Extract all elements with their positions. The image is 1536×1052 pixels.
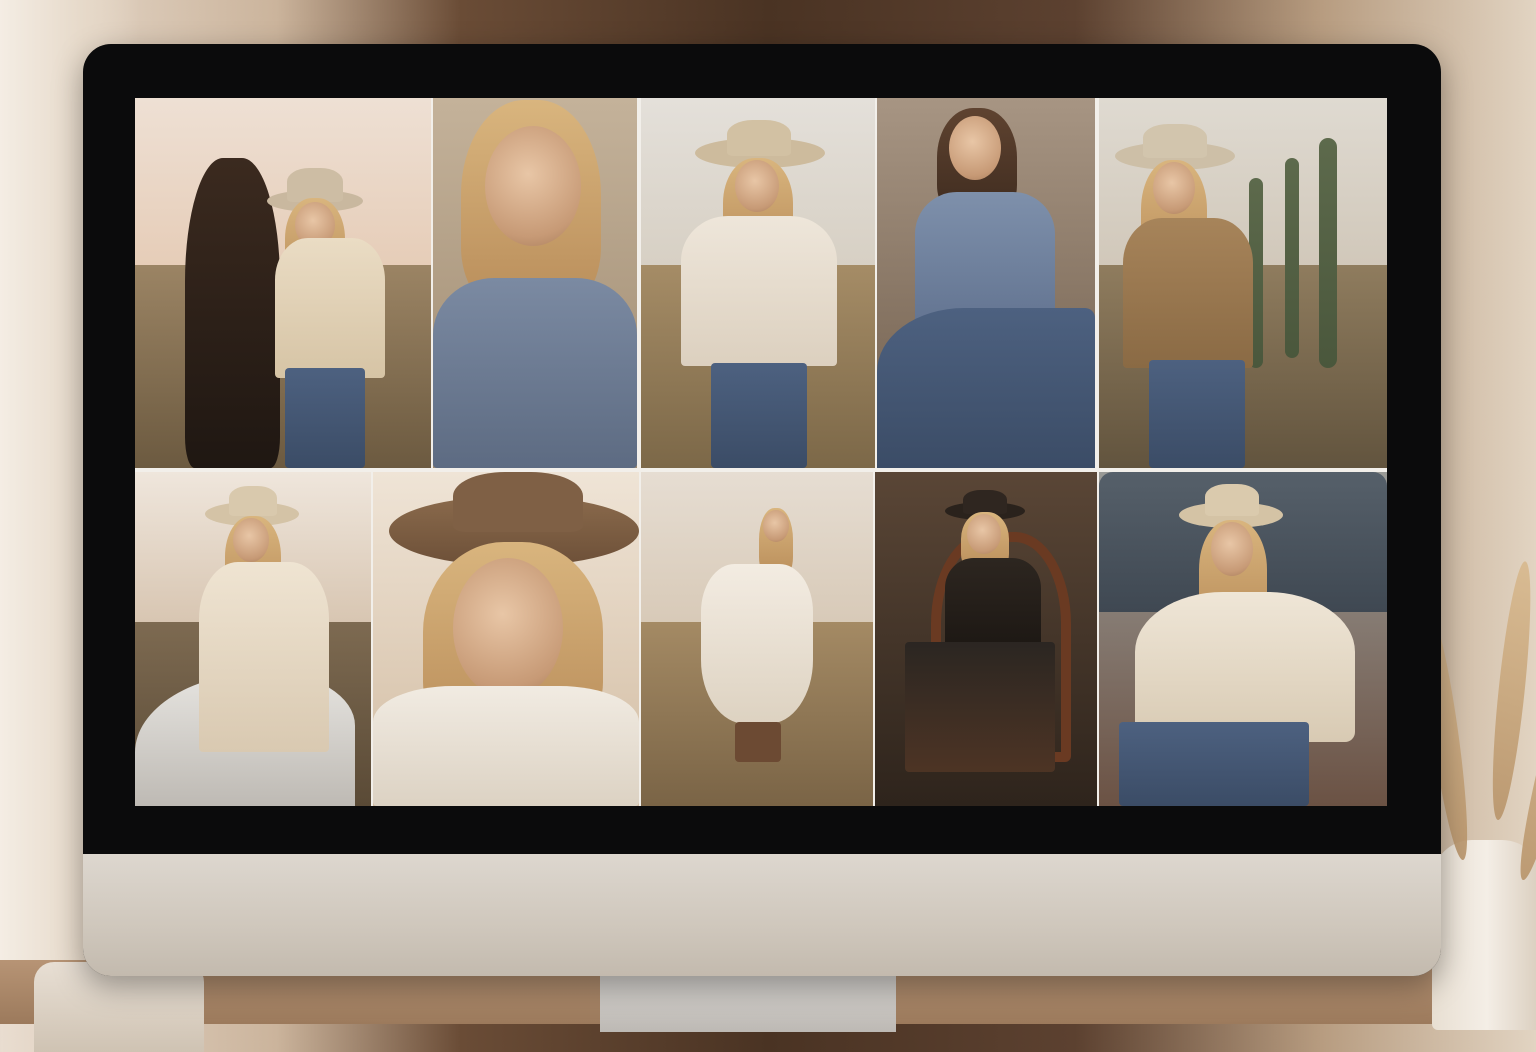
photo-tile[interactable] — [641, 98, 875, 468]
photo-tile[interactable] — [135, 98, 431, 468]
pampas-grass — [1485, 560, 1536, 822]
monitor — [83, 44, 1441, 976]
monitor-chin — [83, 854, 1441, 976]
photo-gallery-screen — [135, 98, 1387, 806]
photo-tile[interactable] — [433, 98, 637, 468]
photo-tile[interactable] — [1099, 472, 1387, 806]
photo-tile[interactable] — [875, 472, 1097, 806]
photo-tile[interactable] — [135, 472, 371, 806]
photo-tile[interactable] — [1099, 98, 1387, 468]
photo-tile[interactable] — [641, 472, 873, 806]
monitor-stand — [600, 972, 896, 1032]
horse — [185, 158, 280, 468]
photo-tile[interactable] — [373, 472, 639, 806]
photo-tile[interactable] — [877, 98, 1095, 468]
